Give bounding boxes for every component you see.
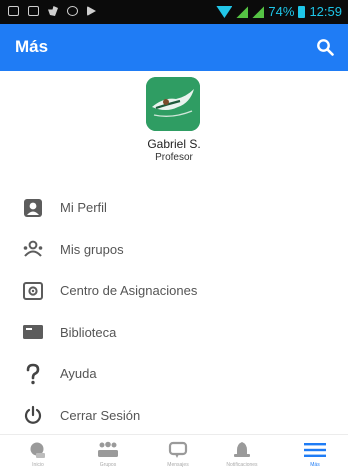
shield-icon: [67, 6, 78, 16]
nav-label: Mensajes: [167, 462, 189, 468]
menu-label: Mi Perfil: [60, 200, 107, 216]
signal-icon: [236, 6, 249, 18]
menu-label: Cerrar Sesión: [60, 407, 141, 423]
wifi-icon: [216, 6, 233, 18]
power-icon: [21, 403, 45, 427]
nav-item-mas[interactable]: Más: [285, 435, 345, 468]
page-title: Más: [15, 37, 49, 56]
avatar-icon[interactable]: [146, 77, 200, 131]
messages-icon: [167, 440, 189, 460]
menu-item-biblioteca[interactable]: Biblioteca: [0, 312, 348, 354]
library-icon: [21, 320, 45, 344]
notifications-icon: [231, 440, 253, 460]
menu-item-ayuda[interactable]: Ayuda: [0, 353, 348, 395]
battery-icon: [298, 6, 306, 18]
nav-item-inicio[interactable]: Inicio: [8, 435, 68, 468]
status-notification-icons: [8, 6, 96, 16]
clock: 12:59: [309, 4, 342, 19]
sim-icon: [8, 6, 19, 16]
menu-item-centro-de-asignaciones[interactable]: Centro de Asignaciones: [0, 270, 348, 312]
status-system-icons: 74% 12:59: [216, 4, 342, 20]
profile-name: Gabriel S.: [147, 137, 201, 151]
bottom-nav: Inicio Grupos Mensajes Notificaciones Má…: [0, 434, 348, 468]
app-bar: Más: [0, 24, 348, 71]
nav-label: Inicio: [32, 462, 44, 468]
nav-item-notificaciones[interactable]: Notificaciones: [212, 435, 272, 468]
groups-icon: [97, 440, 119, 460]
menu-label: Ayuda: [60, 366, 97, 382]
menu-list: Mi Perfil Mis grupos Centro de Asignacio…: [0, 187, 348, 436]
assignments-icon: [21, 279, 45, 303]
nav-label: Más: [310, 462, 320, 468]
menu-label: Biblioteca: [60, 324, 117, 340]
menu-item-cerrar-sesion[interactable]: Cerrar Sesión: [0, 395, 348, 437]
nav-item-mensajes[interactable]: Mensajes: [148, 435, 208, 468]
menu-item-mi-perfil[interactable]: Mi Perfil: [0, 187, 348, 229]
nav-label: Grupos: [99, 462, 117, 468]
nav-item-grupos[interactable]: Grupos: [78, 435, 138, 468]
help-icon: [21, 362, 45, 386]
menu-label: Centro de Asignaciones: [60, 283, 198, 299]
sim-icon: [28, 6, 39, 16]
twitter-icon: [48, 6, 58, 16]
nav-label: Notificaciones: [226, 462, 258, 468]
profile-header: Gabriel S. Profesor: [0, 71, 348, 181]
menu-label: Mis grupos: [60, 241, 124, 257]
play-icon: [87, 6, 96, 16]
signal-icon: [252, 6, 265, 18]
battery-percent: 74%: [268, 4, 295, 19]
profile-role: Profesor: [155, 152, 193, 163]
profile-icon: [21, 196, 45, 220]
search-icon[interactable]: [316, 38, 334, 56]
groups-icon: [21, 237, 45, 261]
menu-icon: [304, 440, 326, 460]
home-icon: [27, 440, 49, 460]
menu-item-mis-grupos[interactable]: Mis grupos: [0, 229, 348, 271]
status-bar: 74% 12:59: [0, 0, 348, 24]
